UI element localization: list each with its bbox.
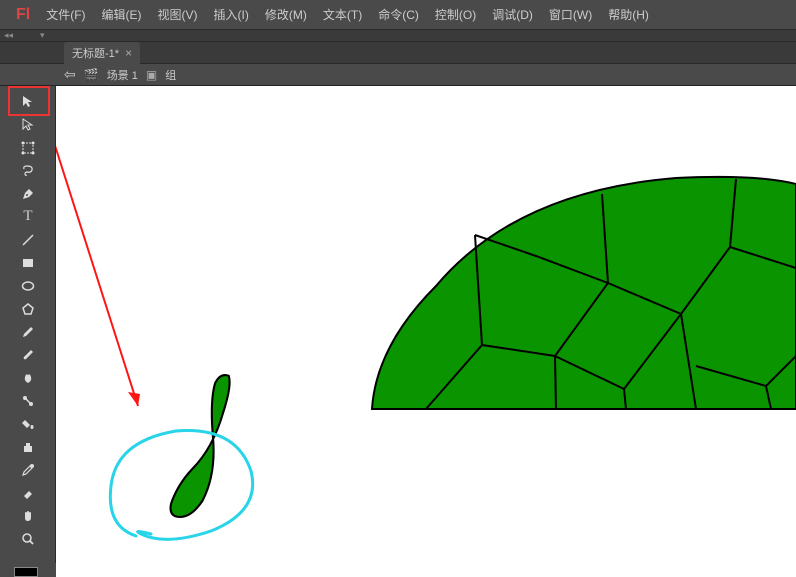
bone-tool[interactable] xyxy=(14,389,42,412)
group-icon: ▣ xyxy=(146,68,157,82)
free-transform-tool[interactable] xyxy=(14,136,42,159)
ink-bottle-tool[interactable] xyxy=(14,435,42,458)
menu-text[interactable]: 文本(T) xyxy=(315,2,370,27)
menu-view[interactable]: 视图(V) xyxy=(150,2,206,27)
group-name[interactable]: 组 xyxy=(165,67,176,83)
subselection-tool[interactable] xyxy=(14,113,42,136)
document-tabs: 无标题-1* × xyxy=(0,42,796,64)
menu-help[interactable]: 帮助(H) xyxy=(600,2,657,27)
paint-bucket-tool[interactable] xyxy=(14,412,42,435)
eraser-tool[interactable] xyxy=(14,481,42,504)
tab-title: 无标题-1* xyxy=(72,45,119,61)
stage-canvas[interactable] xyxy=(56,86,796,577)
line-tool[interactable] xyxy=(14,228,42,251)
pencil-tool[interactable] xyxy=(14,320,42,343)
back-arrow-icon[interactable]: ⇦ xyxy=(64,66,76,83)
menu-debug[interactable]: 调试(D) xyxy=(484,2,541,27)
menu-commands[interactable]: 命令(C) xyxy=(370,2,427,27)
scene-icon: 🎬 xyxy=(84,68,99,82)
eyedropper-tool[interactable] xyxy=(14,458,42,481)
tab-untitled-1[interactable]: 无标题-1* × xyxy=(64,42,140,64)
app-logo: Fl xyxy=(8,6,38,24)
workspace-row: ◂◂ ▾ xyxy=(0,30,796,42)
menu-insert[interactable]: 插入(I) xyxy=(206,2,257,27)
menu-window[interactable]: 窗口(W) xyxy=(541,2,600,27)
polystar-tool[interactable] xyxy=(14,297,42,320)
lasso-tool[interactable] xyxy=(14,159,42,182)
rectangle-tool[interactable] xyxy=(14,251,42,274)
main-area: T xyxy=(0,86,796,577)
workspace-dropdown-icon[interactable]: ▾ xyxy=(40,30,45,41)
stroke-color-swatch[interactable] xyxy=(14,567,38,577)
close-icon[interactable]: × xyxy=(125,46,132,60)
pen-tool[interactable] xyxy=(14,182,42,205)
scene-name[interactable]: 场景 1 xyxy=(107,67,138,83)
edit-bar: ⇦ 🎬 场景 1 ▣ 组 xyxy=(0,64,796,86)
oval-tool[interactable] xyxy=(14,274,42,297)
color-swatch-area xyxy=(0,563,56,577)
menu-control[interactable]: 控制(O) xyxy=(427,2,484,27)
collapse-icon[interactable]: ◂◂ xyxy=(4,30,13,41)
menu-file[interactable]: 文件(F) xyxy=(38,2,93,27)
turtle-shell-shape[interactable] xyxy=(372,177,796,409)
annotation-arrow xyxy=(56,86,140,406)
menubar: Fl 文件(F) 编辑(E) 视图(V) 插入(I) 修改(M) 文本(T) 命… xyxy=(0,0,796,30)
brush-tool[interactable] xyxy=(14,343,42,366)
zoom-tool[interactable] xyxy=(14,527,42,550)
tool-panel: T xyxy=(0,86,56,577)
menu-modify[interactable]: 修改(M) xyxy=(257,2,315,27)
hand-tool[interactable] xyxy=(14,504,42,527)
deco-tool[interactable] xyxy=(14,366,42,389)
selection-tool[interactable] xyxy=(14,90,42,113)
text-tool[interactable]: T xyxy=(14,205,42,228)
menu-edit[interactable]: 编辑(E) xyxy=(94,2,150,27)
turtle-leg-shape[interactable] xyxy=(171,375,230,517)
